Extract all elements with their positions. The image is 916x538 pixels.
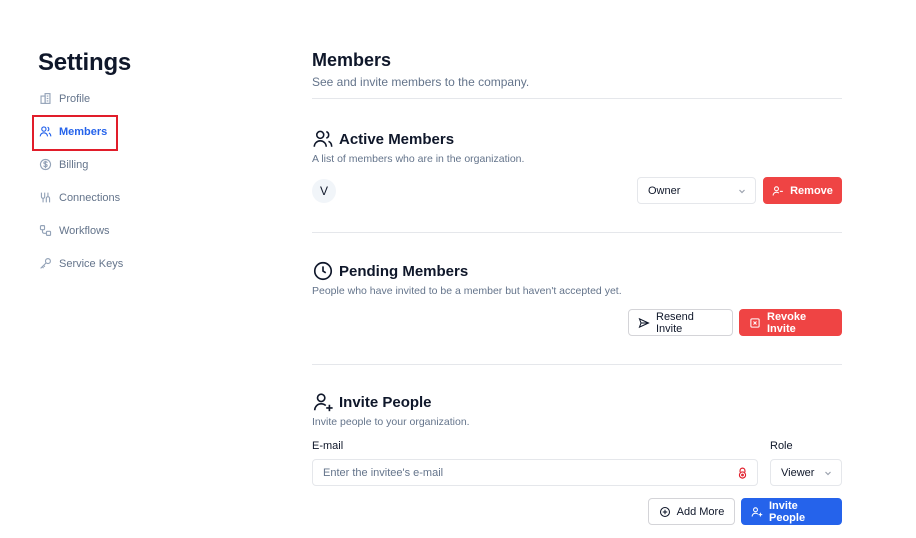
invite-label: Invite People [769, 499, 806, 524]
invite-people-title: Invite People [339, 393, 432, 411]
sidebar-item-members[interactable]: Members [32, 115, 238, 151]
chevron-down-icon [825, 471, 831, 475]
sidebar-item-label: Profile [59, 92, 91, 105]
user-plus-icon [312, 391, 334, 413]
pending-members-section: Pending Members People who have invited … [312, 259, 842, 336]
invite-people-button[interactable]: Invite People [741, 498, 842, 525]
sidebar-item-label: Members [59, 125, 108, 138]
plug-icon [38, 191, 52, 205]
settings-title: Settings [38, 49, 132, 76]
add-more-button[interactable]: Add More [648, 498, 735, 525]
invite-people-section: Invite People Invite people to your orga… [312, 390, 842, 525]
sidebar-item-connections[interactable]: Connections [38, 181, 238, 214]
resend-label: Resend Invite [656, 310, 694, 335]
user-minus-icon [772, 185, 784, 197]
workflow-icon [38, 224, 52, 238]
sidebar-item-workflows[interactable]: Workflows [38, 214, 238, 247]
sidebar-item-billing[interactable]: Billing [38, 148, 238, 181]
close-square-icon [749, 317, 761, 329]
revoke-label: Revoke Invite [767, 310, 807, 335]
sidebar-item-label: Service Keys [59, 257, 124, 270]
sidebar-item-label: Billing [59, 158, 89, 171]
email-input[interactable]: Enter the invitee's e-mail [312, 459, 758, 486]
divider [312, 98, 842, 99]
active-members-subtitle: A list of members who are in the organiz… [312, 153, 525, 165]
user-plus-icon [751, 506, 763, 518]
role-label: Role [770, 440, 793, 452]
add-more-label: Add More [676, 505, 725, 518]
clock-icon [312, 260, 334, 282]
divider [312, 232, 842, 233]
members-main: Members See and invite members to the co… [312, 48, 842, 525]
invite-role-select[interactable]: Viewer [770, 459, 842, 486]
member-role-select[interactable]: Owner [637, 177, 756, 204]
divider [312, 364, 842, 365]
revoke-invite-button[interactable]: Revoke Invite [739, 309, 842, 336]
dollar-circle-icon [38, 158, 52, 172]
building-icon [38, 92, 52, 106]
sidebar-item-profile[interactable]: Profile [38, 82, 238, 115]
member-role-value: Owner [648, 184, 681, 197]
active-members-section: Active Members A list of members who are… [312, 127, 842, 204]
active-members-title: Active Members [339, 130, 455, 148]
chevron-down-icon [739, 189, 745, 193]
sidebar-item-service-keys[interactable]: Service Keys [38, 247, 238, 280]
settings-sidebar: Settings Profile Members Billing Connect… [32, 48, 238, 280]
key-icon [38, 257, 52, 271]
sidebar-item-label: Connections [59, 191, 121, 204]
invite-role-value: Viewer [781, 466, 815, 479]
pending-members-subtitle: People who have invited to be a member b… [312, 285, 622, 297]
send-icon [638, 317, 650, 329]
invite-people-subtitle: Invite people to your organization. [312, 416, 470, 428]
member-row: V Owner Remove [312, 177, 842, 204]
page-title: Members [312, 50, 392, 70]
avatar: V [312, 178, 336, 203]
lock-icon [738, 467, 747, 479]
users-icon [38, 125, 52, 139]
resend-invite-button[interactable]: Resend Invite [628, 309, 733, 336]
sidebar-item-label: Workflows [59, 224, 110, 237]
email-placeholder: Enter the invitee's e-mail [323, 466, 444, 479]
remove-member-button[interactable]: Remove [763, 177, 842, 204]
page-subtitle: See and invite members to the company. [312, 75, 530, 89]
pending-members-title: Pending Members [339, 262, 469, 280]
email-label: E-mail [312, 440, 344, 452]
remove-label: Remove [790, 184, 833, 197]
plus-circle-icon [659, 506, 671, 518]
pending-member-row: Resend Invite Revoke Invite [312, 309, 842, 336]
users-icon [312, 128, 334, 150]
